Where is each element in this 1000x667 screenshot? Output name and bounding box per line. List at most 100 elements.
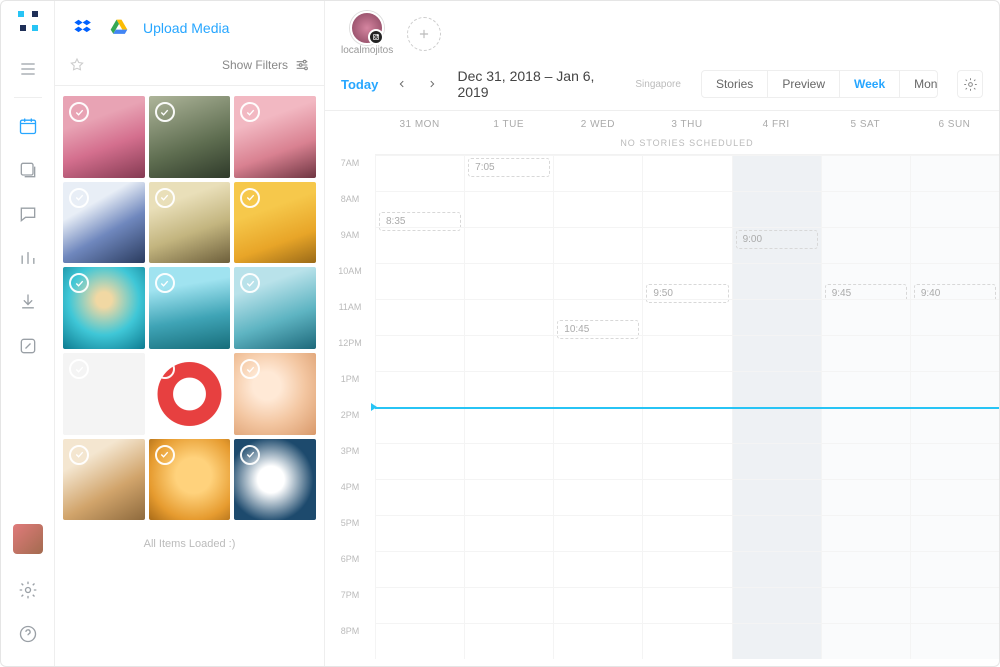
calendar-cell[interactable] [553, 371, 642, 407]
calendar-cell[interactable] [821, 479, 910, 515]
calendar-cell[interactable] [375, 335, 464, 371]
calendar-cell[interactable] [821, 371, 910, 407]
account-selector[interactable]: localmojitos [341, 11, 393, 56]
tab-preview[interactable]: Preview [767, 71, 839, 97]
calendar-cell[interactable] [464, 263, 553, 299]
calendar-cell[interactable] [821, 299, 910, 335]
calendar-cell[interactable] [642, 371, 731, 407]
calendar-cell[interactable]: 7:05 [464, 155, 553, 191]
calendar-grid[interactable]: 7AM7:058AM8:359AM9:0010AM9:509:459:4011A… [325, 155, 999, 659]
calendar-cell[interactable] [732, 155, 821, 191]
calendar-cell[interactable] [910, 155, 999, 191]
dropbox-icon[interactable] [73, 17, 95, 39]
calendar-cell[interactable] [910, 515, 999, 551]
calendar-cell[interactable] [910, 335, 999, 371]
calendar-cell[interactable] [732, 551, 821, 587]
calendar-cell[interactable] [375, 587, 464, 623]
calendar-cell[interactable] [910, 299, 999, 335]
calendar-cell[interactable]: 10:45 [553, 299, 642, 335]
calendar-cell[interactable] [375, 371, 464, 407]
calendar-cell[interactable] [821, 227, 910, 263]
media-thumb[interactable] [149, 96, 231, 178]
conversations-icon[interactable] [13, 199, 43, 229]
calendar-cell[interactable] [553, 623, 642, 659]
scheduled-slot[interactable]: 7:05 [468, 158, 550, 177]
calendar-cell[interactable] [375, 155, 464, 191]
calendar-cell[interactable] [732, 587, 821, 623]
media-thumb[interactable] [234, 182, 316, 264]
calendar-cell[interactable]: 9:45 [821, 263, 910, 299]
calendar-cell[interactable]: 9:40 [910, 263, 999, 299]
prev-week-button[interactable] [390, 71, 414, 97]
calendar-cell[interactable] [642, 191, 731, 227]
media-thumb[interactable] [234, 267, 316, 349]
calendar-cell[interactable] [732, 263, 821, 299]
calendar-cell[interactable] [910, 551, 999, 587]
calendar-cell[interactable] [821, 623, 910, 659]
menu-icon[interactable] [13, 54, 43, 84]
google-drive-icon[interactable] [109, 18, 129, 38]
user-avatar[interactable] [13, 524, 43, 554]
calendar-cell[interactable] [910, 479, 999, 515]
analytics-icon[interactable] [13, 243, 43, 273]
calendar-cell[interactable] [642, 551, 731, 587]
star-icon[interactable] [69, 57, 85, 73]
calendar-cell[interactable]: 8:35 [375, 191, 464, 227]
calendar-cell[interactable] [642, 155, 731, 191]
calendar-cell[interactable] [732, 443, 821, 479]
media-thumb[interactable] [234, 353, 316, 435]
calendar-cell[interactable] [642, 299, 731, 335]
media-thumb[interactable] [149, 439, 231, 521]
calendar-cell[interactable] [464, 515, 553, 551]
calendar-cell[interactable] [553, 263, 642, 299]
media-thumb[interactable] [63, 439, 145, 521]
calendar-settings-button[interactable] [957, 70, 983, 98]
calendar-cell[interactable] [375, 407, 464, 443]
tab-week[interactable]: Week [839, 71, 899, 97]
calendar-cell[interactable] [553, 479, 642, 515]
calendar-cell[interactable] [464, 479, 553, 515]
calendar-cell[interactable] [464, 299, 553, 335]
calendar-cell[interactable] [821, 551, 910, 587]
calendar-cell[interactable] [910, 191, 999, 227]
calendar-cell[interactable] [732, 479, 821, 515]
calendar-cell[interactable] [642, 515, 731, 551]
add-account-button[interactable] [407, 17, 441, 51]
calendar-cell[interactable] [642, 407, 731, 443]
calendar-cell[interactable] [732, 623, 821, 659]
calendar-cell[interactable] [821, 443, 910, 479]
calendar-cell[interactable] [464, 407, 553, 443]
calendar-cell[interactable] [910, 443, 999, 479]
calendar-cell[interactable] [553, 335, 642, 371]
calendar-cell[interactable] [642, 479, 731, 515]
calendar-cell[interactable] [375, 443, 464, 479]
calendar-cell[interactable] [821, 191, 910, 227]
scheduled-slot[interactable]: 9:00 [736, 230, 818, 249]
calendar-cell[interactable] [642, 443, 731, 479]
calendar-cell[interactable] [642, 227, 731, 263]
calendar-cell[interactable] [732, 407, 821, 443]
linkinbio-icon[interactable] [13, 331, 43, 361]
calendar-cell[interactable] [821, 587, 910, 623]
calendar-cell[interactable] [821, 515, 910, 551]
calendar-cell[interactable] [553, 227, 642, 263]
media-thumb[interactable] [149, 353, 231, 435]
calendar-cell[interactable] [375, 299, 464, 335]
calendar-cell[interactable] [464, 443, 553, 479]
calendar-cell[interactable] [821, 155, 910, 191]
calendar-cell[interactable] [553, 155, 642, 191]
tab-stories[interactable]: Stories [702, 71, 767, 97]
calendar-cell[interactable] [375, 227, 464, 263]
media-thumb[interactable] [63, 96, 145, 178]
tab-month[interactable]: Month [899, 71, 938, 97]
calendar-cell[interactable] [910, 587, 999, 623]
calendar-cell[interactable] [642, 335, 731, 371]
media-thumb[interactable] [149, 267, 231, 349]
calendar-cell[interactable] [553, 515, 642, 551]
calendar-cell[interactable] [910, 371, 999, 407]
calendar-cell[interactable] [464, 623, 553, 659]
calendar-cell[interactable] [732, 335, 821, 371]
calendar-cell[interactable] [464, 227, 553, 263]
calendar-cell[interactable] [375, 479, 464, 515]
calendar-cell[interactable] [464, 191, 553, 227]
